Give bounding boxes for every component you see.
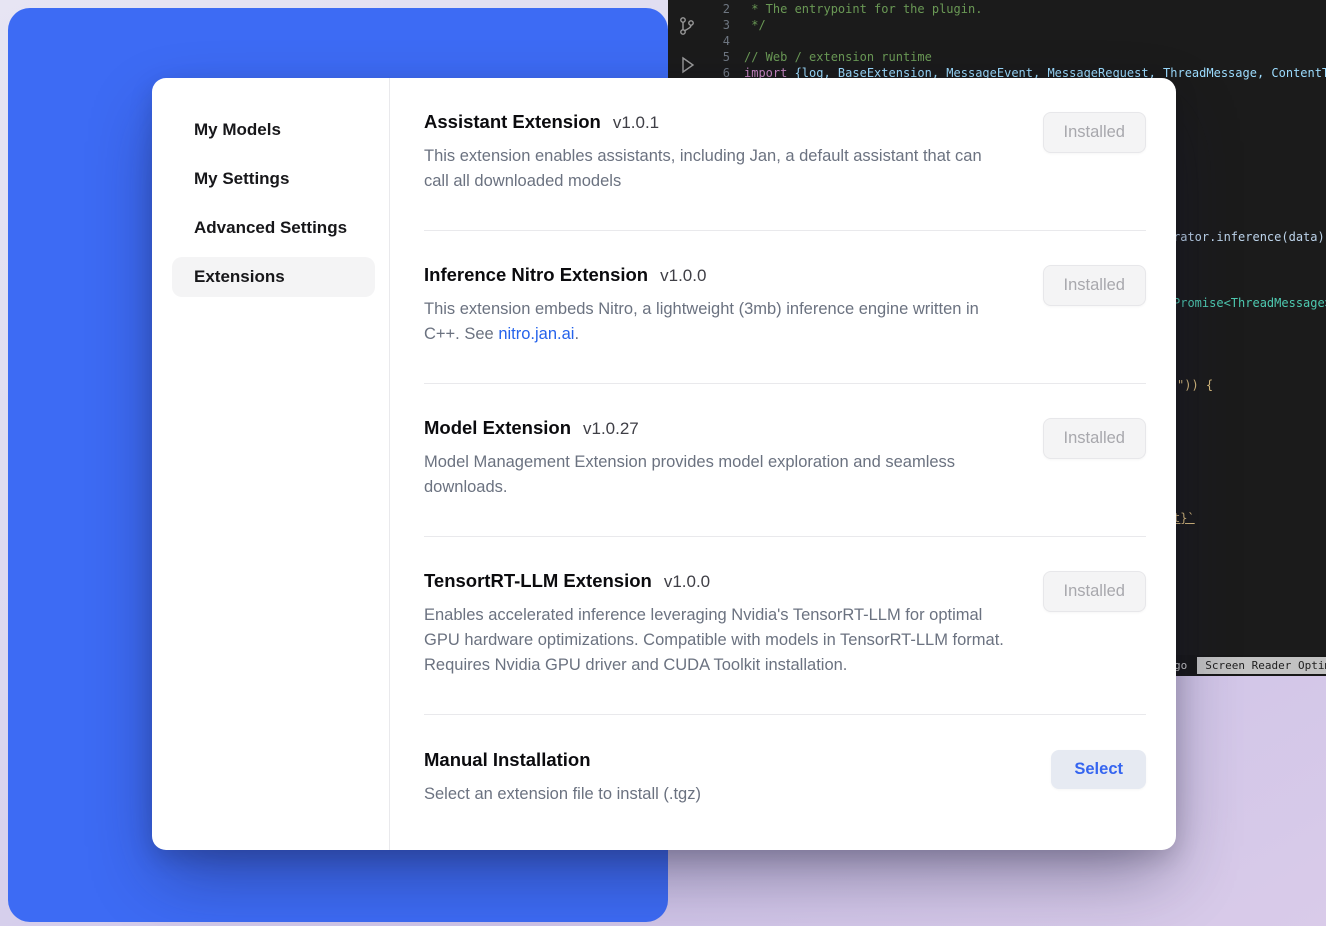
code-line: 2 * The entrypoint for the plugin. xyxy=(668,1,1326,17)
nitro-jan-ai-link[interactable]: nitro.jan.ai xyxy=(498,325,574,343)
code-fragment: t}` xyxy=(1173,511,1195,525)
extension-name: TensortRT-LLM Extension xyxy=(424,570,652,592)
installed-button[interactable]: Installed xyxy=(1043,418,1146,459)
extension-version: v1.0.0 xyxy=(664,572,710,592)
editor-code-lines: 2 * The entrypoint for the plugin. 3 */ … xyxy=(668,1,1326,81)
extension-description: This extension embeds Nitro, a lightweig… xyxy=(424,297,1009,347)
extension-name: Inference Nitro Extension xyxy=(424,264,648,286)
code-fragment: rator.inference(data)); xyxy=(1173,230,1326,244)
extension-row-model: Model Extension v1.0.27 Model Management… xyxy=(424,384,1146,537)
extension-description: Enables accelerated inference leveraging… xyxy=(424,603,1009,678)
extension-version: v1.0.27 xyxy=(583,419,639,439)
extension-title: Assistant Extension v1.0.1 xyxy=(424,111,1009,133)
code-line: 4 xyxy=(668,33,1326,49)
description-text: . xyxy=(574,325,579,343)
extension-info: Model Extension v1.0.27 Model Management… xyxy=(424,417,1009,500)
line-number: 5 xyxy=(668,49,744,65)
extension-info: TensortRT-LLM Extension v1.0.0 Enables a… xyxy=(424,570,1009,678)
select-file-button[interactable]: Select xyxy=(1051,750,1146,789)
manual-installation-description: Select an extension file to install (.tg… xyxy=(424,782,701,807)
extension-row-tensorrt-llm: TensortRT-LLM Extension v1.0.0 Enables a… xyxy=(424,537,1146,715)
extension-description: This extension enables assistants, inclu… xyxy=(424,144,1009,194)
installed-button[interactable]: Installed xyxy=(1043,112,1146,153)
installed-button[interactable]: Installed xyxy=(1043,571,1146,612)
code-text: * The entrypoint for the plugin. xyxy=(744,1,982,17)
extension-title: Model Extension v1.0.27 xyxy=(424,417,1009,439)
extension-title: TensortRT-LLM Extension v1.0.0 xyxy=(424,570,1009,592)
sidebar-item-advanced-settings[interactable]: Advanced Settings xyxy=(172,208,375,248)
extension-info: Inference Nitro Extension v1.0.0 This ex… xyxy=(424,264,1009,347)
extension-name: Assistant Extension xyxy=(424,111,601,133)
code-text: */ xyxy=(744,17,766,33)
manual-installation-title: Manual Installation xyxy=(424,749,591,771)
extension-version: v1.0.1 xyxy=(613,113,659,133)
extension-row-inference-nitro: Inference Nitro Extension v1.0.0 This ex… xyxy=(424,231,1146,384)
extension-title: Inference Nitro Extension v1.0.0 xyxy=(424,264,1009,286)
manual-installation-row: Manual Installation Select an extension … xyxy=(424,715,1146,807)
extension-version: v1.0.0 xyxy=(660,266,706,286)
installed-button[interactable]: Installed xyxy=(1043,265,1146,306)
settings-sidebar: My Models My Settings Advanced Settings … xyxy=(152,78,390,850)
line-number: 3 xyxy=(668,17,744,33)
line-number: 2 xyxy=(668,1,744,17)
code-line: 5 // Web / extension runtime xyxy=(668,49,1326,65)
extension-row-assistant: Assistant Extension v1.0.1 This extensio… xyxy=(424,78,1146,231)
code-fragment: Promise<ThreadMessage> xyxy=(1173,296,1326,310)
screen-reader-status-badge: Screen Reader Optimize xyxy=(1197,657,1326,674)
code-line: 3 */ xyxy=(668,17,1326,33)
extension-info: Assistant Extension v1.0.1 This extensio… xyxy=(424,111,1009,194)
sidebar-item-extensions[interactable]: Extensions xyxy=(172,257,375,297)
extension-name: Model Extension xyxy=(424,417,571,439)
sidebar-item-my-models[interactable]: My Models xyxy=(172,110,375,150)
extension-description: Model Management Extension provides mode… xyxy=(424,450,1009,500)
manual-installation-title-row: Manual Installation xyxy=(424,749,701,771)
manual-installation-info: Manual Installation Select an extension … xyxy=(424,749,701,807)
code-text: // Web / extension runtime xyxy=(744,49,932,65)
line-number: 4 xyxy=(668,33,744,49)
code-fragment: ")) { xyxy=(1177,378,1213,392)
sidebar-item-my-settings[interactable]: My Settings xyxy=(172,159,375,199)
extensions-panel: Assistant Extension v1.0.1 This extensio… xyxy=(390,78,1176,850)
settings-modal: My Models My Settings Advanced Settings … xyxy=(152,78,1176,850)
